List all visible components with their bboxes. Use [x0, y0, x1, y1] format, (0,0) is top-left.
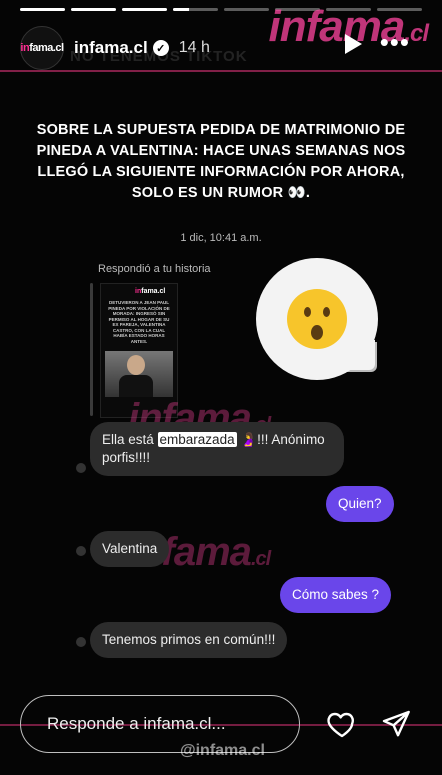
- progress-fill: [173, 8, 189, 11]
- progress-fill: [122, 8, 167, 11]
- chat-date: 1 dic, 10:41 a.m.: [180, 232, 262, 244]
- story-screen: infama.cl NO TENEMOS TIKTOK infama.cl in…: [0, 0, 442, 775]
- progress-fill: [20, 8, 65, 11]
- sender-avatar: [76, 546, 86, 556]
- more-icon[interactable]: •••: [380, 29, 410, 55]
- message-text: Ella está: [102, 432, 158, 447]
- story-header: infama.cl infama.cl ✓ 14 h •••: [20, 22, 432, 74]
- message-valentina[interactable]: Valentina: [90, 531, 170, 567]
- emoji-mouth: [311, 325, 323, 340]
- card-photo: [105, 351, 173, 397]
- account-avatar[interactable]: infama.cl: [20, 26, 64, 70]
- card-logo: infama.cl: [135, 288, 166, 295]
- progress-segment: [122, 8, 167, 11]
- watermark-handle: @infama.cl: [180, 742, 265, 759]
- message-como-sabes[interactable]: Cómo sabes ?: [280, 577, 392, 613]
- reaction-bubble: [256, 258, 378, 380]
- surprised-face-icon: [287, 289, 347, 349]
- heart-icon[interactable]: [326, 708, 358, 740]
- card-photo-head: [127, 355, 145, 375]
- progress-segment: [173, 8, 218, 11]
- send-icon[interactable]: [380, 708, 412, 740]
- message-anonymous[interactable]: Ella está embarazada 🤰!!! Anónimo porfis…: [90, 422, 344, 476]
- reply-indicator: [90, 283, 93, 416]
- emoji-eye: [304, 307, 311, 317]
- play-icon[interactable]: [345, 34, 362, 54]
- card-text: DETUVIERON A JEAN PAUL PINEDA POR VIOLAC…: [108, 300, 170, 344]
- verified-badge-icon: ✓: [152, 40, 169, 56]
- account-name[interactable]: infama.cl: [74, 38, 148, 58]
- progress-segment: [20, 8, 65, 11]
- message-quien[interactable]: Quien?: [326, 486, 394, 522]
- sender-avatar: [76, 637, 86, 647]
- story-headline: SOBRE LA SUPUESTA PEDIDA DE MATRIMONIO D…: [36, 122, 406, 201]
- sender-avatar: [76, 463, 86, 473]
- message-primos[interactable]: Tenemos primos en común!!!: [90, 622, 288, 658]
- progress-segment: [71, 8, 116, 11]
- emoji-eye: [323, 307, 330, 317]
- highlighted-word: embarazada: [157, 432, 237, 447]
- replied-label: Respondió a tu historia: [98, 263, 211, 275]
- progress-fill: [71, 8, 116, 11]
- avatar-logo: infama.cl: [20, 42, 64, 54]
- reply-placeholder: Responde a infama.cl...: [47, 714, 226, 733]
- card-photo-body: [119, 375, 153, 397]
- progress-segment: [224, 8, 269, 11]
- story-time: 14 h: [178, 39, 210, 56]
